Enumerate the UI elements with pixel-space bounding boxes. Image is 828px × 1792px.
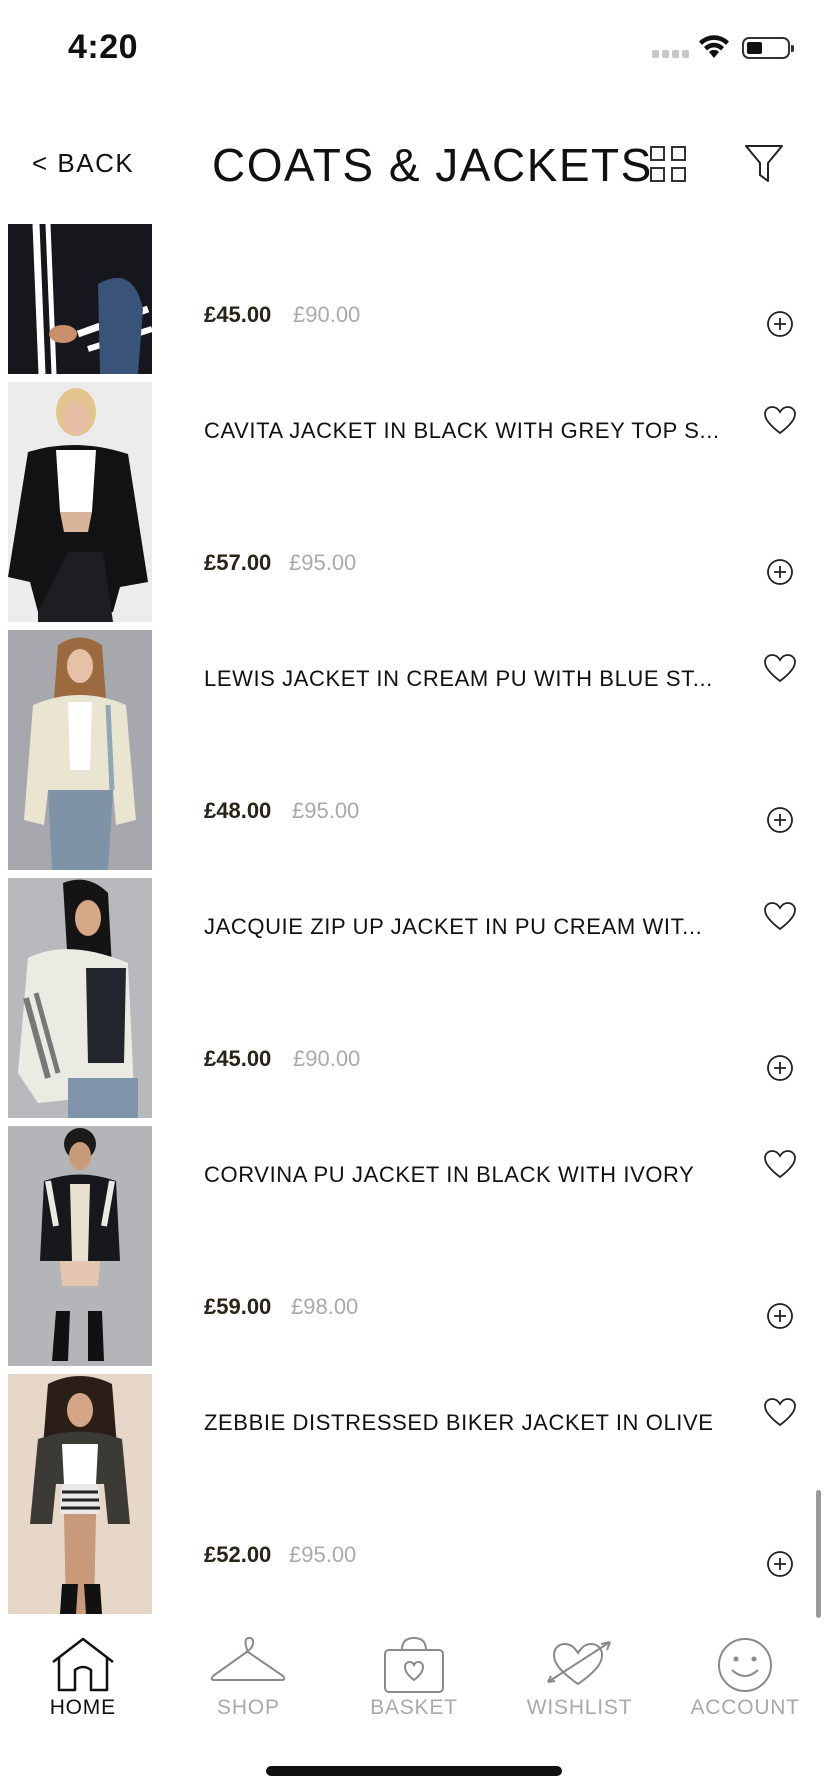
product-image[interactable] bbox=[8, 630, 152, 870]
add-to-basket-icon[interactable] bbox=[766, 310, 794, 338]
page-header: < BACK COATS & JACKETS bbox=[0, 118, 828, 214]
product-image[interactable] bbox=[8, 1126, 152, 1366]
product-original-price: £95.00 bbox=[289, 550, 357, 575]
wishlist-heart-icon[interactable] bbox=[764, 654, 796, 684]
product-row[interactable]: CORVINA PU JACKET IN BLACK WITH IVORY £5… bbox=[0, 1126, 828, 1374]
product-price: £45.00 bbox=[204, 1046, 272, 1071]
product-name[interactable]: CORVINA PU JACKET IN BLACK WITH IVORY bbox=[204, 1162, 724, 1188]
home-icon bbox=[52, 1637, 114, 1692]
product-name[interactable]: LEWIS JACKET IN CREAM PU WITH BLUE ST... bbox=[204, 666, 724, 692]
page-title: COATS & JACKETS bbox=[212, 139, 653, 191]
add-to-basket-icon[interactable] bbox=[766, 1550, 794, 1578]
cellular-signal-icon bbox=[652, 50, 689, 58]
hanger-icon bbox=[211, 1636, 286, 1681]
product-name[interactable]: ZEBBIE DISTRESSED BIKER JACKET IN OLIVE bbox=[204, 1410, 724, 1436]
product-original-price: £90.00 bbox=[293, 1046, 361, 1071]
bag-icon bbox=[383, 1636, 444, 1693]
product-row[interactable]: ZEBBIE DISTRESSED BIKER JACKET IN OLIVE … bbox=[0, 1374, 828, 1618]
battery-icon bbox=[742, 37, 794, 59]
bottom-tab-bar: HOME SHOP BASKET WISHLIST ACCOUNT bbox=[0, 1622, 828, 1742]
product-original-price: £95.00 bbox=[289, 1542, 357, 1567]
product-image[interactable] bbox=[8, 382, 152, 622]
wishlist-heart-icon[interactable] bbox=[764, 406, 796, 436]
grid-view-icon[interactable] bbox=[650, 146, 686, 182]
wishlist-heart-icon[interactable] bbox=[764, 1398, 796, 1428]
wishlist-heart-icon[interactable] bbox=[764, 1150, 796, 1180]
product-price: £52.00 bbox=[204, 1542, 272, 1567]
add-to-basket-icon[interactable] bbox=[766, 806, 794, 834]
tab-label: WISHLIST bbox=[526, 1696, 633, 1719]
tab-label: HOME bbox=[49, 1696, 116, 1719]
wishlist-heart-icon[interactable] bbox=[764, 902, 796, 932]
tab-basket[interactable]: BASKET bbox=[331, 1622, 497, 1742]
product-row[interactable]: LEWIS JACKET IN CREAM PU WITH BLUE ST...… bbox=[0, 630, 828, 878]
status-bar: 4:20 bbox=[0, 0, 828, 100]
product-original-price: £90.00 bbox=[293, 302, 361, 327]
product-price: £45.00 bbox=[204, 302, 272, 327]
tab-label: SHOP bbox=[217, 1696, 280, 1719]
wifi-icon bbox=[699, 35, 729, 58]
add-to-basket-icon[interactable] bbox=[766, 1302, 794, 1330]
product-image[interactable] bbox=[8, 878, 152, 1118]
tab-account[interactable]: ACCOUNT bbox=[662, 1622, 828, 1742]
status-time: 4:20 bbox=[68, 28, 139, 66]
product-row[interactable]: CAVITA JACKET IN BLACK WITH GREY TOP S..… bbox=[0, 382, 828, 630]
list-scrollbar[interactable] bbox=[816, 1490, 821, 1618]
product-image[interactable] bbox=[8, 1374, 152, 1614]
product-name[interactable]: CAVITA JACKET IN BLACK WITH GREY TOP S..… bbox=[204, 418, 724, 444]
tab-label: ACCOUNT bbox=[690, 1696, 800, 1719]
product-row[interactable]: JACQUIE ZIP UP JACKET IN PU CREAM WIT...… bbox=[0, 878, 828, 1126]
product-price: £48.00 bbox=[204, 798, 272, 823]
back-button[interactable]: < BACK bbox=[32, 148, 134, 179]
product-list[interactable]: £45.00 £90.00 CAVITA JACKET IN BLACK WIT… bbox=[0, 224, 828, 1618]
tab-label: BASKET bbox=[370, 1696, 458, 1719]
product-original-price: £98.00 bbox=[291, 1294, 359, 1319]
add-to-basket-icon[interactable] bbox=[766, 1054, 794, 1082]
product-price: £57.00 bbox=[204, 550, 272, 575]
tab-shop[interactable]: SHOP bbox=[166, 1622, 332, 1742]
product-price: £59.00 bbox=[204, 1294, 272, 1319]
tab-home[interactable]: HOME bbox=[0, 1622, 166, 1742]
product-image[interactable] bbox=[8, 224, 152, 374]
tab-wishlist[interactable]: WISHLIST bbox=[497, 1622, 663, 1742]
product-row[interactable]: £45.00 £90.00 bbox=[0, 224, 828, 382]
smiley-icon bbox=[718, 1638, 773, 1692]
home-indicator bbox=[266, 1766, 562, 1776]
product-original-price: £95.00 bbox=[292, 798, 360, 823]
heart-arrow-icon bbox=[546, 1641, 611, 1686]
product-name[interactable]: JACQUIE ZIP UP JACKET IN PU CREAM WIT... bbox=[204, 914, 724, 940]
add-to-basket-icon[interactable] bbox=[766, 558, 794, 586]
filter-icon[interactable] bbox=[744, 143, 784, 185]
